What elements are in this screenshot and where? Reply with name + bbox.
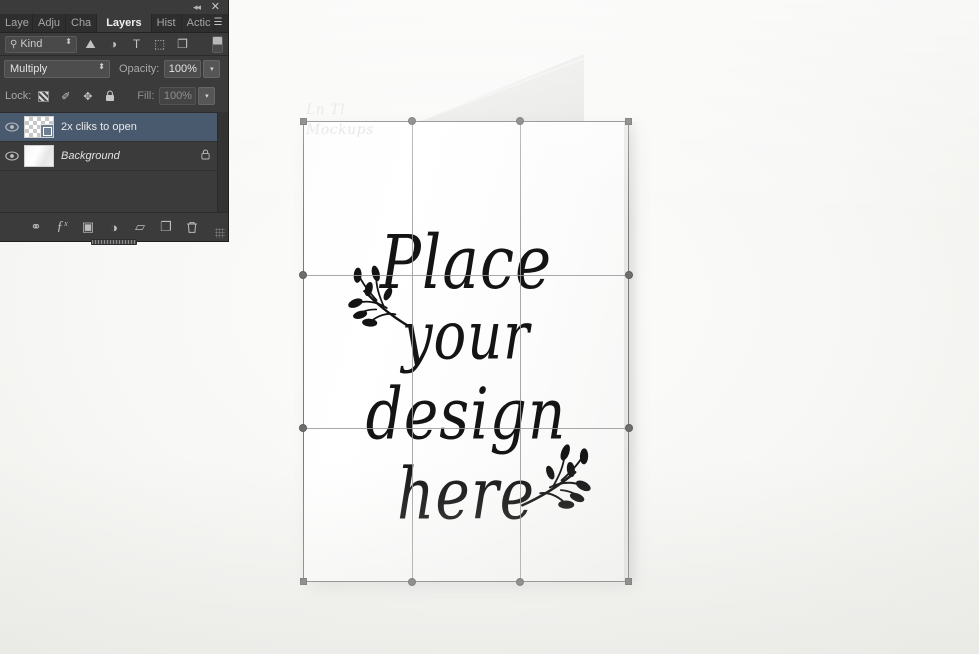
transform-handle-bottom-center[interactable] [407, 578, 416, 586]
transform-handle-bottom-right[interactable] [625, 578, 632, 585]
filter-smart-object-icon[interactable]: ❐ [173, 36, 192, 53]
filter-type-icon[interactable]: T [127, 36, 146, 53]
transform-edge-bottom[interactable] [303, 581, 629, 582]
trash-icon [187, 221, 197, 233]
padlock-icon [200, 149, 210, 160]
filter-enable-toggle[interactable] [212, 36, 223, 53]
transform-edge-right[interactable] [628, 121, 629, 582]
transform-grid-line-v2 [520, 121, 522, 582]
search-icon: ⚲ [10, 38, 18, 50]
layer-thumbnail[interactable] [24, 145, 54, 167]
fill-input[interactable]: 100% [159, 87, 197, 105]
lock-all-icon[interactable] [100, 88, 119, 104]
layer-style-fx-icon[interactable]: ƒˣ [49, 216, 75, 238]
transform-grid-line-h1 [303, 274, 629, 276]
transform-handle-middle-right[interactable] [625, 270, 633, 279]
transform-handle-top-right[interactable] [625, 118, 632, 125]
chevron-updown-icon[interactable]: ⬍ [65, 37, 72, 45]
layer-name[interactable]: 2x cliks to open [61, 121, 193, 133]
panel-tab-strip[interactable]: Laye Adju Cha Layers Hist Actic ☰ [0, 14, 228, 33]
transform-grid-line-h2 [303, 428, 629, 430]
filter-adjustment-icon[interactable]: ◑ [104, 36, 123, 53]
blend-mode-select[interactable]: Multiply ⬍ [4, 60, 110, 78]
panel-title-bar: ◂◂ ✕ [0, 0, 228, 14]
add-layer-mask-icon[interactable]: ▣ [75, 216, 101, 238]
layer-thumbnail[interactable] [24, 116, 54, 138]
transform-handle-bottom-left[interactable] [300, 578, 307, 585]
transform-handle-middle-left[interactable] [299, 270, 307, 279]
padlock-shape [105, 90, 114, 101]
tab-history[interactable]: Hist [151, 14, 182, 32]
layer-row-background[interactable]: Background [0, 142, 217, 171]
lock-image-pixels-icon[interactable]: ✐ [56, 88, 75, 104]
layers-panel-toolbar[interactable]: ⚭ ƒˣ ▣ ◑ ▱ ❐ [0, 212, 228, 245]
layer-locked-icon [193, 149, 217, 163]
filter-kind-select[interactable]: ⚲ Kind ⬍ [5, 35, 77, 53]
blend-mode-value: Multiply [10, 63, 48, 75]
eye-icon [5, 151, 19, 161]
panel-drag-handle[interactable] [91, 239, 137, 245]
panel-resize-grip[interactable] [215, 228, 225, 238]
tab-layer-comps[interactable]: Laye [0, 14, 33, 32]
transform-handle-top-left[interactable] [300, 118, 307, 125]
lock-label: Lock: [5, 90, 32, 102]
transform-handle-middle-right-2[interactable] [625, 424, 633, 433]
transform-grid-line-v1 [411, 121, 413, 582]
fill-dropdown-icon[interactable]: ▾ [198, 87, 216, 105]
close-icon[interactable]: ✕ [211, 1, 220, 12]
tab-adjustments[interactable]: Adju [33, 14, 66, 32]
transform-edge-top[interactable] [303, 121, 629, 122]
fill-label: Fill: [137, 90, 155, 102]
layer-list-scrollbar[interactable] [217, 112, 228, 212]
layers-panel[interactable]: ◂◂ ✕ Laye Adju Cha Layers Hist Actic ☰ ⚲… [0, 0, 229, 245]
blend-mode-row[interactable]: Multiply ⬍ Opacity: 100% ▾ [0, 57, 228, 81]
tab-actions[interactable]: Actic [181, 14, 215, 32]
smart-object-badge-icon [40, 124, 53, 137]
eye-icon [5, 122, 19, 132]
layer-list[interactable]: 2x cliks to open Background [0, 112, 217, 212]
transform-handle-top-center-2[interactable] [516, 117, 525, 125]
tab-channels[interactable]: Cha [66, 14, 98, 32]
new-adjustment-layer-icon[interactable]: ◑ [101, 216, 127, 238]
opacity-input[interactable]: 100% [164, 60, 202, 78]
new-layer-icon[interactable]: ❐ [153, 216, 179, 238]
layer-visibility-icon[interactable] [0, 122, 24, 132]
opacity-label: Opacity: [119, 63, 160, 75]
layer-filter-row[interactable]: ⚲ Kind ⬍ ⛰ ◑ T ⬚ ❐ [0, 33, 228, 56]
card-back-flap [408, 54, 584, 126]
transform-handle-bottom-center-2[interactable] [516, 578, 525, 586]
layer-name[interactable]: Background [61, 150, 193, 162]
tab-layers[interactable]: Layers [97, 14, 152, 32]
layer-visibility-icon[interactable] [0, 151, 24, 161]
panel-menu-icon[interactable]: ☰ [214, 17, 223, 29]
link-layers-icon[interactable]: ⚭ [23, 216, 49, 238]
filter-pixel-icon[interactable]: ⛰ [81, 36, 100, 53]
lock-row[interactable]: Lock: ✐ ✥ Fill: 100% ▾ [0, 84, 228, 108]
transform-handle-top-center[interactable] [407, 117, 416, 125]
chevron-updown-icon[interactable]: ⬍ [98, 63, 105, 71]
layer-row-smart-object[interactable]: 2x cliks to open [0, 113, 217, 142]
lock-position-icon[interactable]: ✥ [78, 88, 97, 104]
opacity-dropdown-icon[interactable]: ▾ [203, 60, 221, 78]
new-group-icon[interactable]: ▱ [127, 216, 153, 238]
filter-shape-icon[interactable]: ⬚ [150, 36, 169, 53]
free-transform-overlay[interactable] [299, 117, 633, 586]
transform-edge-left[interactable] [303, 121, 304, 582]
delete-layer-icon[interactable] [179, 216, 205, 238]
transform-handle-middle-left-2[interactable] [299, 424, 307, 433]
lock-transparent-pixels-icon[interactable] [34, 88, 53, 104]
collapse-panel-icon[interactable]: ◂◂ [193, 2, 201, 12]
